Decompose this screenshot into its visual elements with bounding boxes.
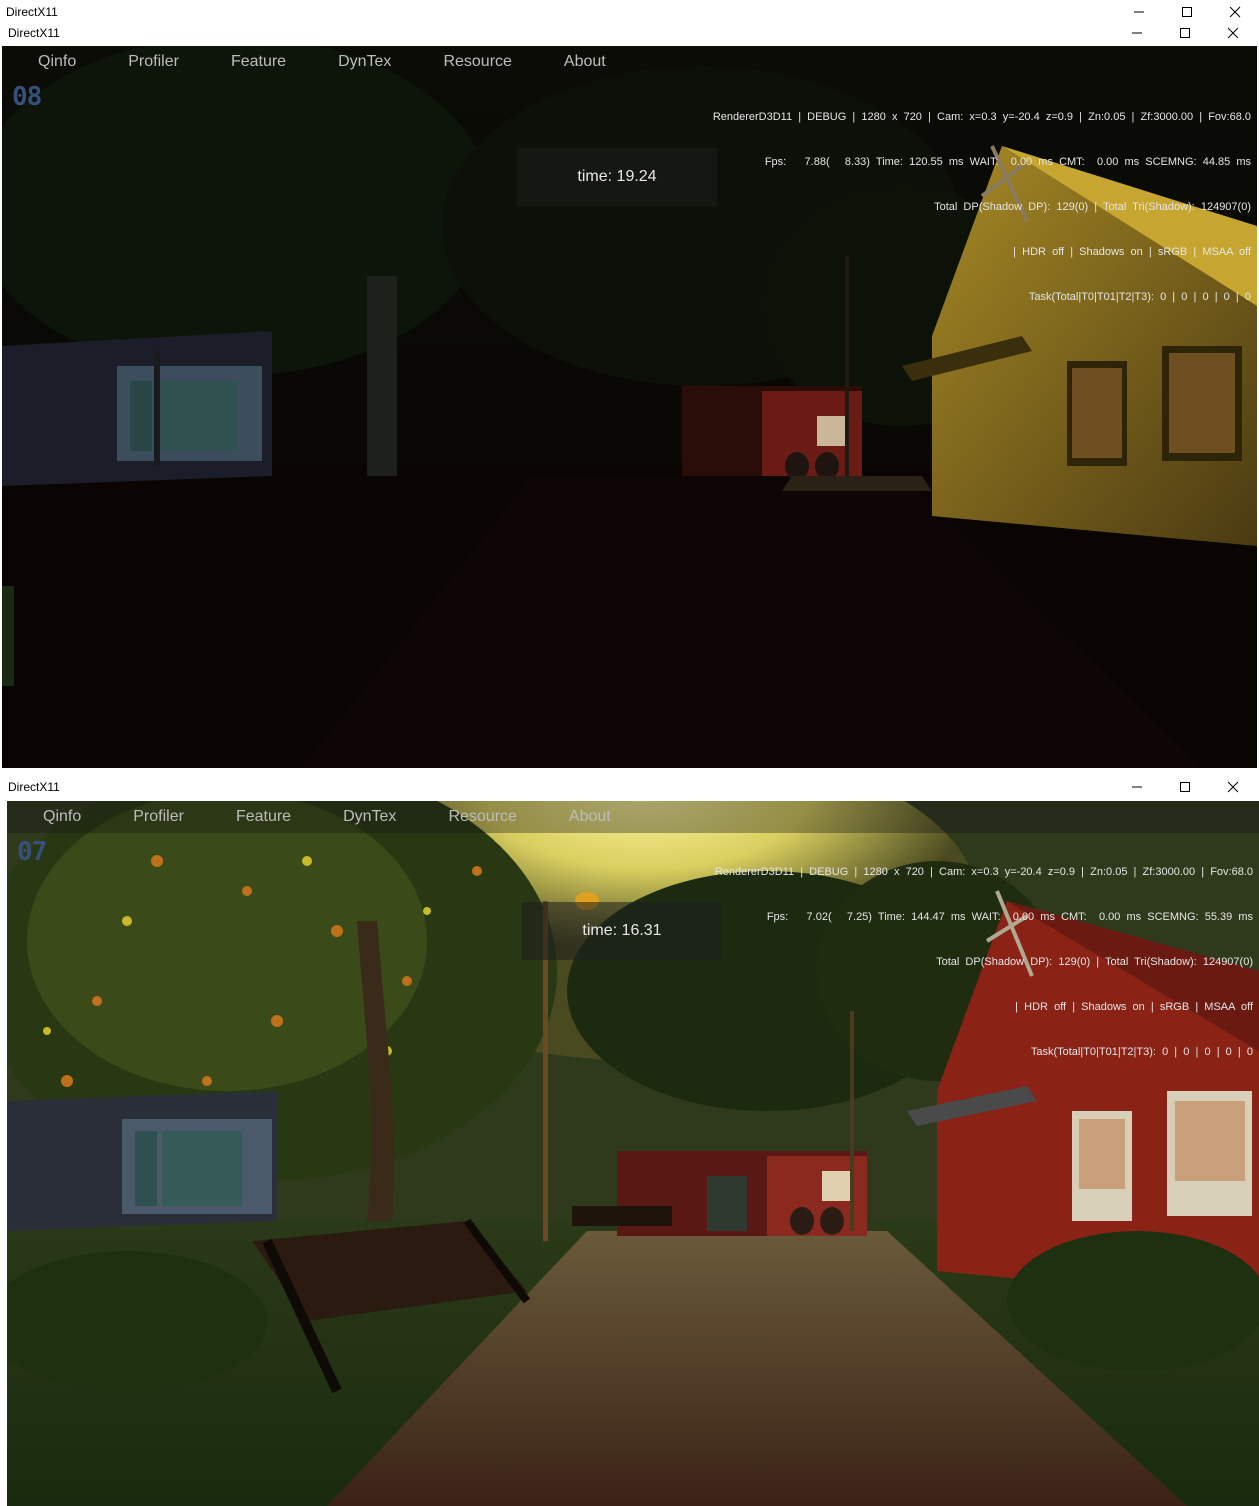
minimize-icon — [1132, 32, 1142, 34]
top-close-button[interactable] — [1209, 20, 1257, 46]
maximize-icon — [1180, 782, 1190, 792]
stats-line-fps: Fps: 7.02( 7.25) Time: 144.47 ms WAIT: 0… — [766, 911, 1253, 923]
stats-line-tasks: Task(Total|T0|T01|T2|T3): 0 | 0 | 0 | 0 … — [1028, 291, 1251, 303]
menu-feature[interactable]: Feature — [231, 53, 286, 71]
top-window-titlebar: DirectX11 — [2, 20, 1257, 46]
renderer-stats-overlay: RendererD3D11 | DEBUG | 1280 x 720 | Cam… — [715, 835, 1253, 1090]
bottom-maximize-button[interactable] — [1161, 773, 1209, 801]
menu-about[interactable]: About — [569, 808, 611, 826]
top-menubar: Qinfo Profiler Feature DynTex Resource A… — [2, 46, 1257, 78]
menu-qinfo[interactable]: Qinfo — [38, 53, 76, 71]
bottom-window-title: DirectX11 — [8, 780, 60, 794]
time-label: time: 16.31 — [582, 922, 662, 939]
stats-line-settings: | HDR off | Shadows on | sRGB | MSAA off — [1015, 1001, 1253, 1013]
bottom-close-button[interactable] — [1209, 773, 1257, 801]
renderer-stats-overlay: RendererD3D11 | DEBUG | 1280 x 720 | Cam… — [713, 80, 1251, 335]
close-icon — [1229, 6, 1241, 18]
maximize-icon — [1182, 7, 1192, 17]
stats-line-drawcalls: Total DP(Shadow DP): 129(0) | Total Tri(… — [936, 956, 1253, 968]
outer-window-title: DirectX11 — [6, 5, 58, 19]
menu-feature[interactable]: Feature — [236, 808, 291, 826]
bottom-minimize-button[interactable] — [1113, 773, 1161, 801]
menu-profiler[interactable]: Profiler — [133, 808, 184, 826]
menu-dyntex[interactable]: DynTex — [343, 808, 396, 826]
time-display: time: 19.24 — [517, 148, 717, 206]
stats-line-tasks: Task(Total|T0|T01|T2|T3): 0 | 0 | 0 | 0 … — [1030, 1046, 1253, 1058]
maximize-icon — [1180, 28, 1190, 38]
frame-counter: 08 — [12, 82, 42, 112]
top-maximize-button[interactable] — [1161, 20, 1209, 46]
bottom-window-titlebar: DirectX11 — [2, 773, 1257, 801]
stats-line-renderer: RendererD3D11 | DEBUG | 1280 x 720 | Cam… — [714, 866, 1253, 878]
minimize-icon — [1134, 11, 1144, 13]
top-minimize-button[interactable] — [1113, 20, 1161, 46]
bottom-render-viewport[interactable]: Qinfo Profiler Feature DynTex Resource A… — [7, 801, 1259, 1506]
close-icon — [1227, 781, 1239, 793]
menu-resource[interactable]: Resource — [448, 808, 516, 826]
minimize-icon — [1132, 786, 1142, 788]
time-label: time: 19.24 — [577, 168, 657, 185]
menu-dyntex[interactable]: DynTex — [338, 53, 391, 71]
top-render-viewport[interactable]: Qinfo Profiler Feature DynTex Resource A… — [2, 46, 1257, 768]
menu-about[interactable]: About — [564, 53, 606, 71]
frame-counter: 07 — [17, 837, 47, 867]
stats-line-settings: | HDR off | Shadows on | sRGB | MSAA off — [1013, 246, 1251, 258]
top-window-title: DirectX11 — [8, 26, 60, 40]
stats-line-drawcalls: Total DP(Shadow DP): 129(0) | Total Tri(… — [934, 201, 1251, 213]
menu-profiler[interactable]: Profiler — [128, 53, 179, 71]
menu-qinfo[interactable]: Qinfo — [43, 808, 81, 826]
stats-line-fps: Fps: 7.88( 8.33) Time: 120.55 ms WAIT: 0… — [764, 156, 1251, 168]
menu-resource[interactable]: Resource — [443, 53, 511, 71]
close-icon — [1227, 27, 1239, 39]
stats-line-renderer: RendererD3D11 | DEBUG | 1280 x 720 | Cam… — [712, 111, 1251, 123]
bottom-menubar: Qinfo Profiler Feature DynTex Resource A… — [7, 801, 1259, 833]
time-display: time: 16.31 — [522, 902, 722, 960]
